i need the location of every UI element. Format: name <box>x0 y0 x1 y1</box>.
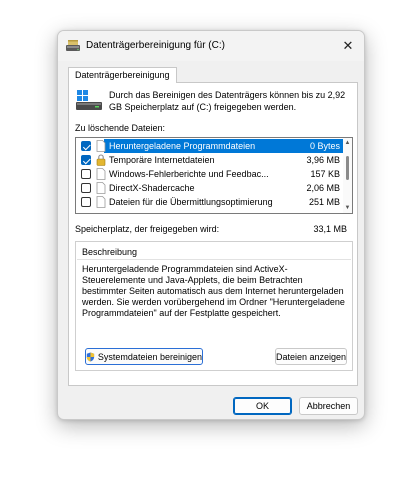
clean-system-files-label: Systemdateien bereinigen <box>97 351 202 362</box>
space-freed-label: Speicherplatz, der freigegeben wird: <box>75 224 220 234</box>
list-item[interactable]: Temporäre Internetdateien 3,96 MB <box>76 153 344 167</box>
cancel-button[interactable]: Abbrechen <box>299 397 358 415</box>
files-to-delete-label: Zu löschende Dateien: <box>75 123 166 133</box>
uac-shield-icon <box>86 352 95 361</box>
description-text: Heruntergeladende Programmdateien sind A… <box>82 264 345 318</box>
file-icon <box>96 182 106 194</box>
checkbox[interactable] <box>81 169 91 179</box>
checkbox[interactable] <box>81 155 91 165</box>
intro-text: Durch das Bereinigen des Datenträgers kö… <box>109 90 346 112</box>
close-button[interactable]: ✕ <box>332 31 364 61</box>
list-item[interactable]: Heruntergeladene Programmdateien 0 Bytes <box>76 139 344 153</box>
close-icon: ✕ <box>342 38 354 53</box>
files-listbox[interactable]: Heruntergeladene Programmdateien 0 Bytes… <box>75 137 353 214</box>
clean-system-files-button[interactable]: Systemdateien bereinigen <box>85 348 203 365</box>
drive-icon <box>76 90 102 110</box>
scroll-up-icon[interactable]: ▲ <box>344 139 351 147</box>
window-title: Datenträgerbereinigung für (C:) <box>86 40 225 51</box>
disk-cleanup-icon <box>66 40 80 51</box>
title-bar[interactable]: Datenträgerbereinigung für (C:) ✕ <box>58 31 364 61</box>
checkbox[interactable] <box>81 197 91 207</box>
scroll-thumb[interactable] <box>346 156 349 180</box>
lock-icon <box>96 154 106 166</box>
checkbox[interactable] <box>81 141 91 151</box>
tab-panel: Durch das Bereinigen des Datenträgers kö… <box>68 82 358 386</box>
ok-button[interactable]: OK <box>233 397 292 415</box>
show-files-button[interactable]: Dateien anzeigen <box>275 348 347 365</box>
list-item[interactable]: Dateien für die Übermittlungsoptimierung… <box>76 195 344 209</box>
tab-disk-cleanup[interactable]: Datenträgerbereinigung <box>68 67 177 83</box>
checkbox[interactable] <box>81 183 91 193</box>
file-icon <box>96 168 106 180</box>
disk-cleanup-dialog: Datenträgerbereinigung für (C:) ✕ Datent… <box>57 30 365 420</box>
description-title: Beschreibung <box>82 247 138 257</box>
file-icon <box>96 196 106 208</box>
list-item[interactable]: Windows-Fehlerberichte und Feedbac... 15… <box>76 167 344 181</box>
list-scrollbar[interactable]: ▲ ▼ <box>343 138 352 213</box>
space-freed-value: 33,1 MB <box>313 224 347 234</box>
list-item[interactable]: DirectX-Shadercache 2,06 MB <box>76 181 344 195</box>
description-divider <box>77 259 351 260</box>
scroll-down-icon[interactable]: ▼ <box>344 204 351 212</box>
file-icon <box>96 140 106 152</box>
